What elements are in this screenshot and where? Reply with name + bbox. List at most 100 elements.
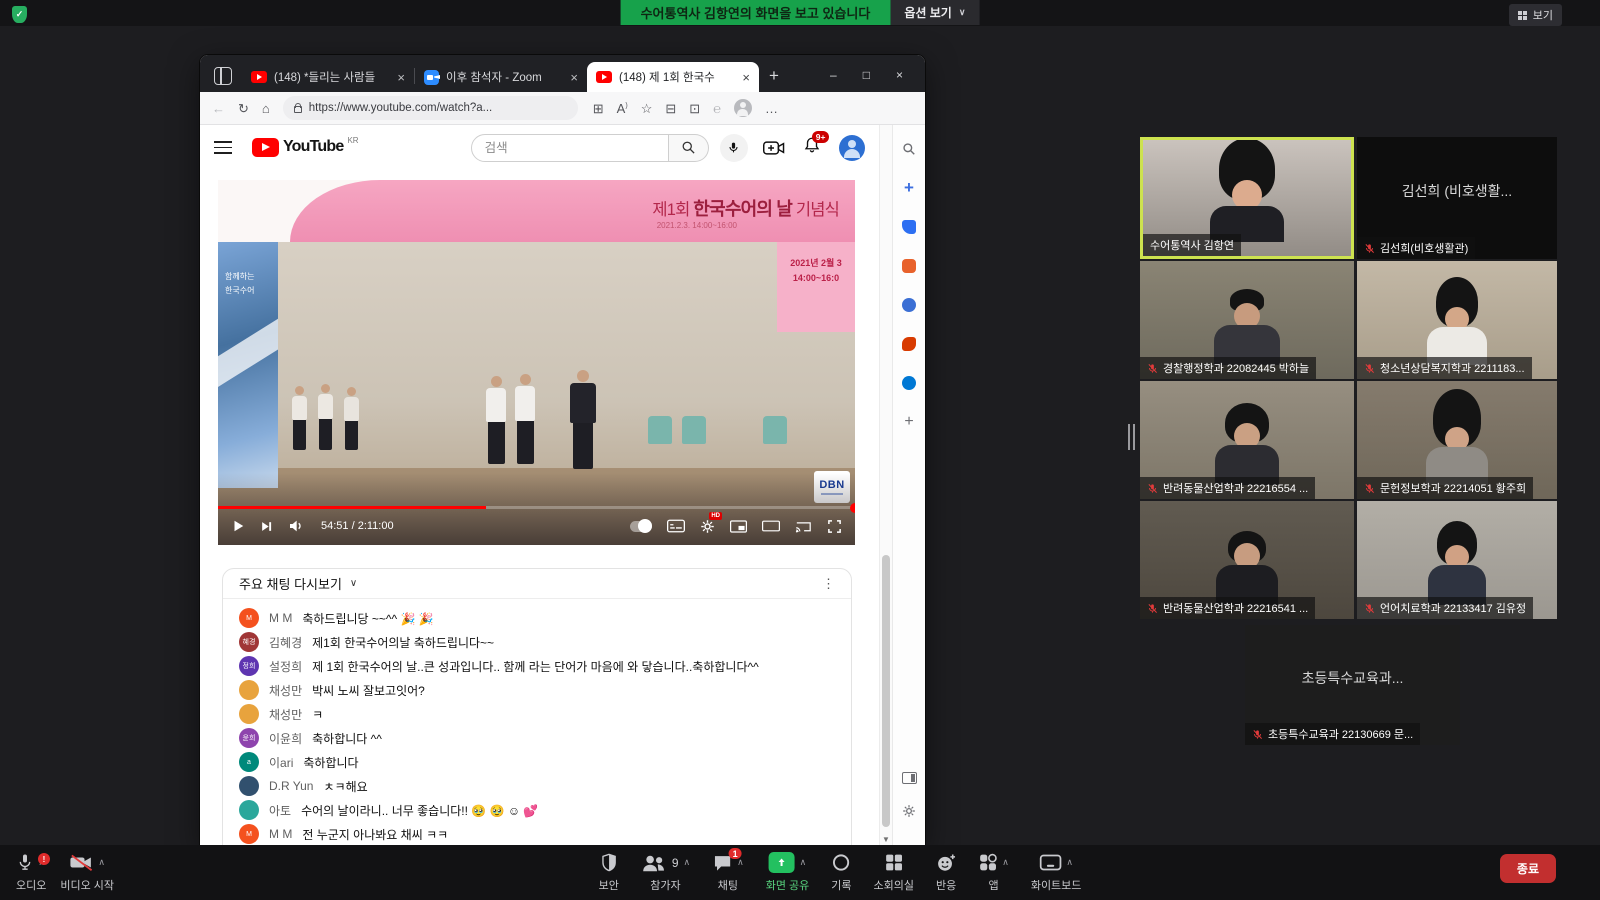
scroll-down-icon[interactable]: ▼ <box>880 835 892 844</box>
participant-tile[interactable]: 언어치료학과 22133417 김유정 <box>1357 501 1557 619</box>
fullscreen-button[interactable] <box>827 519 842 534</box>
read-aloud-icon[interactable]: A) <box>617 102 628 115</box>
copilot-icon[interactable]: + <box>901 180 917 196</box>
tab-youtube-1[interactable]: (148) *들리는 사람들 × <box>242 62 414 92</box>
create-video-button[interactable] <box>763 140 785 156</box>
participant-tile[interactable]: 경찰행정학과 22082445 박하늘 <box>1140 261 1354 379</box>
page-scrollbar[interactable]: ▼ <box>879 125 892 845</box>
chevron-up-icon[interactable]: ∧ <box>684 857 691 868</box>
apps-button[interactable]: ∧ 앱 <box>978 845 1009 893</box>
tools-icon[interactable] <box>901 258 917 274</box>
earth-avatar[interactable] <box>239 776 259 796</box>
chat-menu-icon[interactable]: ⋮ <box>822 576 835 592</box>
settings-button[interactable]: HD <box>700 519 715 534</box>
autoplay-toggle[interactable] <box>630 521 652 532</box>
search-button[interactable] <box>669 134 709 162</box>
window-maximize-button[interactable]: □ <box>863 68 870 82</box>
participant-tile[interactable]: 반려동물산업학과 22216554 ... <box>1140 381 1354 499</box>
workspaces-icon[interactable] <box>214 67 232 85</box>
browser-profile-avatar[interactable] <box>734 99 752 117</box>
subtitles-button[interactable] <box>667 519 685 533</box>
participant-tile[interactable]: 청소년상담복지학과 2211183... <box>1357 261 1557 379</box>
add-sidebar-icon[interactable]: + <box>901 414 917 430</box>
notifications-button[interactable]: 9+ <box>803 136 821 159</box>
close-tab-icon[interactable]: × <box>742 70 750 85</box>
youtube-logo[interactable]: YouTube KR <box>252 138 359 157</box>
play-button[interactable] <box>231 519 245 533</box>
breakout-rooms-button[interactable]: 소회의실 <box>873 845 913 893</box>
whiteboard-button[interactable]: ∧ 화이트보드 <box>1031 845 1082 893</box>
view-options-button[interactable]: 옵션 보기 ∨ <box>890 0 979 25</box>
end-meeting-button[interactable]: 종료 <box>1500 854 1556 883</box>
address-bar[interactable]: https://www.youtube.com/watch?a... <box>283 96 578 120</box>
chevron-up-icon[interactable]: ∧ <box>1066 857 1073 868</box>
view-button[interactable]: 보기 <box>1509 4 1562 26</box>
video-progress-bar[interactable] <box>218 506 855 509</box>
avatar[interactable]: M <box>239 824 259 844</box>
shopping-icon[interactable] <box>901 219 917 235</box>
tab-youtube-active[interactable]: (148) 제 1회 한국수 × <box>587 62 759 92</box>
security-button[interactable]: 보안 <box>599 845 619 893</box>
sidebar-panel-icon[interactable] <box>902 772 917 784</box>
cast-button[interactable] <box>795 520 812 533</box>
tab-actions-icon[interactable]: ⊡ <box>689 102 700 115</box>
refresh-icon[interactable]: ↻ <box>238 102 249 115</box>
audio-button[interactable]: ! ∧ 오디오 <box>16 845 46 893</box>
record-button[interactable]: 기록 <box>831 845 851 893</box>
stage-person <box>318 384 333 450</box>
avatar[interactable]: 혜경 <box>239 632 259 652</box>
search-input[interactable] <box>471 134 669 162</box>
share-screen-button[interactable]: ∧ 화면 공유 <box>766 845 810 893</box>
outlook-icon[interactable] <box>901 375 917 391</box>
favorites-icon[interactable]: ☆ <box>641 102 653 115</box>
voice-search-button[interactable] <box>720 134 748 162</box>
games-icon[interactable] <box>901 297 917 313</box>
panel-resize-handle[interactable] <box>1128 424 1135 450</box>
close-tab-icon[interactable]: × <box>570 70 578 85</box>
settings-gear-icon[interactable] <box>902 804 916 821</box>
next-button[interactable] <box>260 520 273 533</box>
reactions-button[interactable]: 반응 <box>936 845 956 893</box>
tiger-avatar[interactable] <box>239 704 259 724</box>
chevron-up-icon[interactable]: ∧ <box>98 857 105 868</box>
close-tab-icon[interactable]: × <box>397 70 405 85</box>
avatar[interactable]: M <box>239 608 259 628</box>
participant-tile[interactable]: 김선희 (비호생활... 김선희(비호생활관) <box>1357 137 1557 259</box>
collections-icon[interactable]: ⊟ <box>665 102 676 115</box>
youtube-avatar[interactable] <box>839 135 865 161</box>
avatar[interactable]: 정희 <box>239 656 259 676</box>
participant-tile[interactable]: 문헌정보학과 22214051 황주희 <box>1357 381 1557 499</box>
tiger-avatar[interactable] <box>239 680 259 700</box>
start-video-button[interactable]: ∧ 비디오 시작 <box>60 845 114 893</box>
miniplayer-button[interactable] <box>730 520 747 533</box>
chevron-up-icon[interactable]: ∧ <box>737 857 744 868</box>
volume-button[interactable] <box>288 518 304 534</box>
scrollbar-thumb[interactable] <box>882 555 890 827</box>
tab-zoom[interactable]: 이후 참석자 - Zoom × <box>415 62 587 92</box>
home-icon[interactable]: ⌂ <box>262 102 270 115</box>
more-menu-icon[interactable]: … <box>765 102 778 115</box>
office-icon[interactable] <box>901 336 917 352</box>
search-icon[interactable] <box>901 141 917 157</box>
penguin-avatar[interactable] <box>239 800 259 820</box>
participant-tile[interactable]: 반려동물산업학과 22216541 ... <box>1140 501 1354 619</box>
chat-button[interactable]: 1 ∧ 채팅 <box>712 845 744 893</box>
participants-button[interactable]: 9 ∧ 참가자 <box>641 845 690 893</box>
window-close-button[interactable]: × <box>896 68 903 82</box>
browser-essentials-icon[interactable]: ℮ <box>713 102 721 115</box>
avatar[interactable]: a <box>239 752 259 772</box>
hamburger-menu-icon[interactable] <box>214 141 232 153</box>
back-icon[interactable]: ← <box>212 102 225 115</box>
new-tab-button[interactable]: + <box>769 66 779 86</box>
participant-tile-interpreter[interactable]: 수어통역사 김항연 <box>1140 137 1354 259</box>
chat-replay-header[interactable]: 주요 채팅 다시보기 ∨ ⋮ <box>223 569 851 599</box>
theater-mode-button[interactable] <box>762 520 780 532</box>
split-screen-icon[interactable]: ⊞ <box>593 102 604 115</box>
avatar[interactable]: 윤희 <box>239 728 259 748</box>
video-player[interactable]: 제1회 한국수어의 날 기념식 2021.2.3. 14:00~16:00 함께… <box>218 180 855 545</box>
participant-tile[interactable]: 초등특수교육과... 초등특수교육과 22130669 문... <box>1245 625 1460 745</box>
chevron-up-icon[interactable]: ∧ <box>1002 857 1009 868</box>
security-shield-icon: ✓ <box>12 6 27 23</box>
window-minimize-button[interactable]: – <box>830 68 837 82</box>
chevron-up-icon[interactable]: ∧ <box>800 857 807 868</box>
